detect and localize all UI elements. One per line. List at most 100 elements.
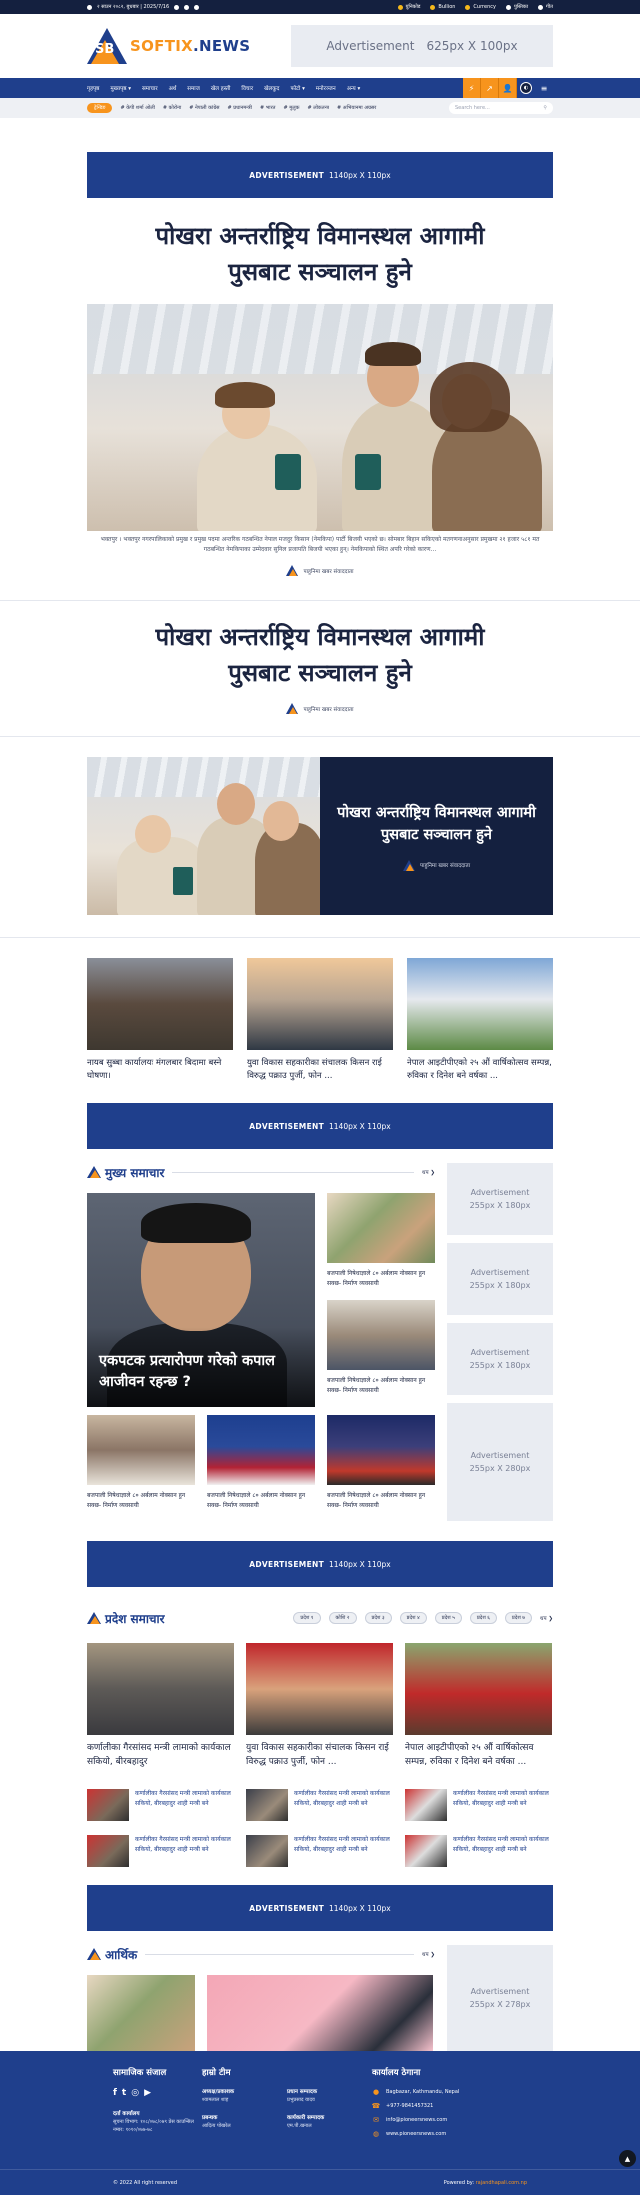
user-icon[interactable]: 👤	[499, 78, 517, 98]
theme-toggle[interactable]: ◐	[517, 78, 535, 98]
more-link[interactable]: थप ❯	[422, 1950, 435, 1958]
tab-province-6[interactable]: प्रदेश ६	[469, 1612, 497, 1624]
more-link[interactable]: थप ❯	[422, 1168, 435, 1176]
ad-banner-middle[interactable]: ADVERTISEMENT 1140px X 110px	[87, 1103, 553, 1149]
feature-title[interactable]: पोखरा अन्तर्राष्ट्रिय विमानस्थल आगामी पु…	[320, 802, 553, 846]
nav-item-sports[interactable]: खेलकुद	[264, 84, 279, 92]
news-card[interactable]: नेपाल आइटीपीएकाे २५ औं वार्षिकोत्सव सम्प…	[407, 958, 553, 1083]
main-news-featured[interactable]: एकपटक प्रत्यारोपण गरेको कपाल आजीवन रहन्छ…	[87, 1193, 315, 1407]
side-advertisement[interactable]: Advertisement 255px X 180px	[447, 1323, 553, 1395]
news-card[interactable]: नायब सुब्बा कार्यालयः मंगलबार बिदामा बस्…	[87, 958, 233, 1083]
economy-image[interactable]	[87, 1975, 195, 2051]
nav-item-main[interactable]: मुख्यपृष्ठ ▾	[110, 84, 131, 92]
nav-item-home[interactable]: गृहपृष्ठ	[87, 84, 99, 92]
list-item-title[interactable]: कर्णालीका गैरसांसद मन्त्री लामाको कार्यक…	[294, 1789, 393, 1821]
nav-item-opinion[interactable]: विचार	[241, 84, 253, 92]
tab-province-7[interactable]: प्रदेश ७	[504, 1612, 532, 1624]
list-item[interactable]: कर्णालीका गैरसांसद मन्त्री लामाको कार्यक…	[246, 1789, 393, 1821]
trending-tag[interactable]: # मुलुक	[283, 105, 299, 111]
news-card[interactable]: बजपाली निषेधाज्ञाले ८० अर्बलाम नोक्सान ह…	[327, 1193, 435, 1288]
trending-tag[interactable]: # अभियानमा अग्रसर	[337, 105, 376, 111]
list-item[interactable]: कर्णालीका गैरसांसद मन्त्री लामाको कार्यक…	[87, 1835, 234, 1867]
news-card[interactable]: युवा विकास सहकारीका संचालक किसन राई विरु…	[246, 1643, 393, 1769]
trending-tag[interactable]: # कोरोना	[163, 105, 181, 111]
nav-item-celebrity[interactable]: खेल हस्ती	[211, 84, 231, 92]
list-item-title[interactable]: कर्णालीका गैरसांसद मन्त्री लामाको कार्यक…	[135, 1835, 234, 1867]
facebook-icon[interactable]	[174, 4, 180, 10]
nav-item-photo[interactable]: फोटो ▾	[290, 84, 304, 92]
topbar-link-song[interactable]: गीत	[538, 4, 553, 10]
trending-tag[interactable]: # नेपाली कांग्रेस	[189, 105, 219, 111]
search-icon[interactable]: ⚲	[543, 105, 547, 111]
side-advertisement[interactable]: Advertisement 255px X 278px	[447, 1945, 553, 2051]
trending-tag[interactable]: # केपी शर्मा ओली	[120, 105, 154, 111]
tab-province-2[interactable]: कोशि २	[328, 1612, 357, 1624]
news-card-title[interactable]: नेपाल आइटीपीएकाे २५ औं वार्षिकोत्सव सम्प…	[405, 1742, 552, 1769]
news-card-title[interactable]: युवा विकास सहकारीका संचालक किसन राई विरु…	[246, 1742, 393, 1769]
trending-tag[interactable]: # भारत	[260, 105, 275, 111]
news-card-title[interactable]: बजपाली निषेधाज्ञाले ८० अर्बलाम नोक्सान ह…	[207, 1491, 315, 1510]
nav-item-news[interactable]: समाचार	[142, 84, 158, 92]
nav-item-other[interactable]: अन्य ▾	[347, 84, 361, 92]
news-card-title[interactable]: बजपाली निषेधाज्ञाले ८० अर्बलाम नोक्सान ह…	[87, 1491, 195, 1510]
news-card[interactable]: बजपाली निषेधाज्ञाले ८० अर्बलाम नोक्सान ह…	[207, 1415, 315, 1510]
tab-province-5[interactable]: प्रदेश ५	[434, 1612, 462, 1624]
feature-card[interactable]: पोखरा अन्तर्राष्ट्रिय विमानस्थल आगामी पु…	[87, 757, 553, 915]
side-advertisement[interactable]: Advertisement 255px X 180px	[447, 1243, 553, 1315]
tab-province-1[interactable]: प्रदेश १	[293, 1612, 321, 1624]
ad-banner-lower[interactable]: ADVERTISEMENT 1140px X 110px	[87, 1541, 553, 1587]
topbar-link-bullion[interactable]: Bullion	[430, 4, 455, 10]
ad-banner-bottom[interactable]: ADVERTISEMENT 1140px X 110px	[87, 1885, 553, 1931]
headline-second[interactable]: पोखरा अन्तर्राष्ट्रिय विमानस्थल आगामी पु…	[127, 619, 513, 691]
email-row[interactable]: ✉ info@pioneersnews.com	[372, 2116, 542, 2124]
news-card-title[interactable]: बजपाली निषेधाज्ञाले ८० अर्बलाम नोक्सान ह…	[327, 1376, 435, 1395]
site-logo[interactable]: SB SOFTIX.NEWS	[87, 26, 250, 66]
topbar-link-unicode[interactable]: युनिकोड	[397, 4, 420, 10]
hero-headline[interactable]: पोखरा अन्तर्राष्ट्रिय विमानस्थल आगामी पु…	[127, 218, 513, 290]
news-card-title[interactable]: युवा विकास सहकारीका संचालक किसन राई विरु…	[247, 1057, 393, 1083]
ad-banner-top[interactable]: ADVERTISEMENT 1140px X 110px	[87, 152, 553, 198]
economy-image[interactable]	[207, 1975, 433, 2051]
header-advertisement[interactable]: Advertisement 625px X 100px	[291, 25, 553, 67]
more-link[interactable]: थप ❯	[540, 1614, 553, 1622]
list-item-title[interactable]: कर्णालीका गैरसांसद मन्त्री लामाको कार्यक…	[453, 1789, 552, 1821]
side-advertisement[interactable]: Advertisement 255px X 280px	[447, 1403, 553, 1521]
website-row[interactable]: ◍ www.pioneersnews.com	[372, 2130, 542, 2138]
nav-item-society[interactable]: समाज	[187, 84, 200, 92]
phone-row[interactable]: ☎ +977-9841457321	[372, 2102, 542, 2110]
news-card-title[interactable]: बजपाली निषेधाज्ञाले ८० अर्बलाम नोक्सान ह…	[327, 1491, 435, 1510]
list-item-title[interactable]: कर्णालीका गैरसांसद मन्त्री लामाको कार्यक…	[453, 1835, 552, 1867]
news-card-title[interactable]: नायब सुब्बा कार्यालयः मंगलबार बिदामा बस्…	[87, 1057, 233, 1083]
instagram-icon[interactable]: ◎	[131, 2088, 139, 2098]
trending-tag[interactable]: # लोकतन्त्र	[307, 105, 329, 111]
list-item[interactable]: कर्णालीका गैरसांसद मन्त्री लामाको कार्यक…	[246, 1835, 393, 1867]
news-card[interactable]: बजपाली निषेधाज्ञाले ८० अर्बलाम नोक्सान ह…	[327, 1300, 435, 1395]
news-card-title[interactable]: नेपाल आइटीपीएकाे २५ औं वार्षिकोत्सव सम्प…	[407, 1057, 553, 1083]
news-card[interactable]: युवा विकास सहकारीका संचालक किसन राई विरु…	[247, 958, 393, 1083]
search-input[interactable]: Search here... ⚲	[449, 102, 553, 114]
list-item-title[interactable]: कर्णालीका गैरसांसद मन्त्री लामाको कार्यक…	[135, 1789, 234, 1821]
tab-province-3[interactable]: प्रदेश ३	[364, 1612, 392, 1624]
powered-by-link[interactable]: rajandhapali.com.np	[476, 2180, 527, 2186]
nav-item-entertainment[interactable]: मनोरञ्जन	[316, 84, 336, 92]
news-card[interactable]: कर्णालीका गैरसांसद मन्त्री लामाको कार्यक…	[87, 1643, 234, 1769]
youtube-icon[interactable]	[194, 4, 200, 10]
featured-title[interactable]: एकपटक प्रत्यारोपण गरेको कपाल आजीवन रहन्छ…	[99, 1351, 305, 1393]
twitter-icon[interactable]: t	[122, 2088, 126, 2098]
twitter-icon[interactable]	[184, 4, 190, 10]
topbar-link-currency[interactable]: Currency	[465, 4, 496, 10]
trending-icon[interactable]: ↗	[481, 78, 499, 98]
tab-province-4[interactable]: प्रदेश ४	[399, 1612, 427, 1624]
news-card[interactable]: बजपाली निषेधाज्ञाले ८० अर्बलाम नोक्सान ह…	[327, 1415, 435, 1510]
trending-tag[interactable]: # प्रधानमन्त्री	[228, 105, 252, 111]
flash-icon[interactable]: ⚡	[463, 78, 481, 98]
scroll-to-top-button[interactable]: ▲	[619, 2150, 636, 2167]
news-card-title[interactable]: कर्णालीका गैरसांसद मन्त्री लामाको कार्यक…	[87, 1742, 234, 1769]
facebook-icon[interactable]: f	[113, 2088, 117, 2098]
menu-icon[interactable]: ≡	[535, 78, 553, 98]
hero-image[interactable]	[87, 304, 553, 531]
nav-item-economy[interactable]: अर्थ	[169, 84, 177, 92]
list-item[interactable]: कर्णालीका गैरसांसद मन्त्री लामाको कार्यक…	[405, 1835, 552, 1867]
news-card[interactable]: नेपाल आइटीपीएकाे २५ औं वार्षिकोत्सव सम्प…	[405, 1643, 552, 1769]
list-item[interactable]: कर्णालीका गैरसांसद मन्त्री लामाको कार्यक…	[405, 1789, 552, 1821]
